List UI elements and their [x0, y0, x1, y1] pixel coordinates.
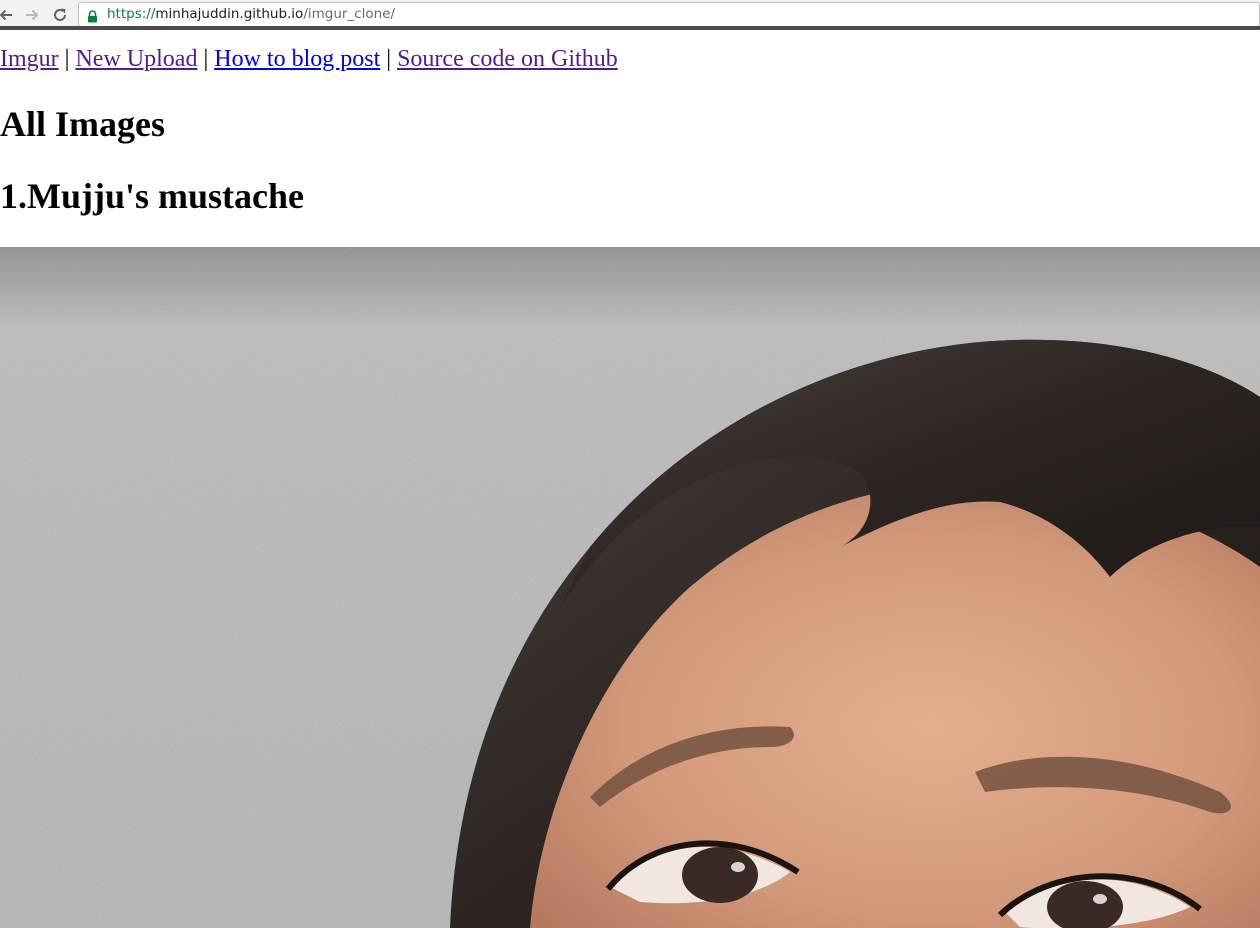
forward-button[interactable] [22, 5, 42, 25]
page-content: Imgur | New Upload | How to blog post | … [0, 34, 1260, 928]
page-title: All Images [0, 104, 165, 144]
url-host: minhajuddin.github.io [155, 6, 304, 22]
browser-toolbar: https://minhajuddin.github.io/imgur_clon… [0, 0, 1260, 30]
nav-link-new-upload[interactable]: New Upload [75, 46, 197, 72]
arrow-right-icon [26, 9, 39, 21]
nav-link-imgur[interactable]: Imgur [0, 46, 59, 72]
back-button[interactable] [0, 5, 16, 25]
arrow-left-icon [0, 9, 12, 21]
image-title: 1.Mujju's mustache [0, 176, 304, 216]
address-bar[interactable]: https://minhajuddin.github.io/imgur_clon… [78, 2, 1260, 27]
url-scheme: https:// [107, 6, 156, 22]
url-text: https://minhajuddin.github.io/imgur_clon… [107, 3, 395, 26]
nav-separator: | [64, 46, 70, 72]
nav-link-source-code[interactable]: Source code on Github [397, 46, 618, 72]
lock-icon [87, 8, 98, 31]
reload-button[interactable] [50, 5, 70, 25]
nav-separator: | [386, 46, 392, 72]
nav-link-blog-post[interactable]: How to blog post [214, 46, 380, 72]
nav-separator: | [203, 46, 209, 72]
reload-icon [54, 8, 66, 21]
top-nav: Imgur | New Upload | How to blog post | … [0, 45, 618, 73]
uploaded-photo [0, 247, 1260, 928]
url-path: /imgur_clone/ [303, 6, 396, 22]
